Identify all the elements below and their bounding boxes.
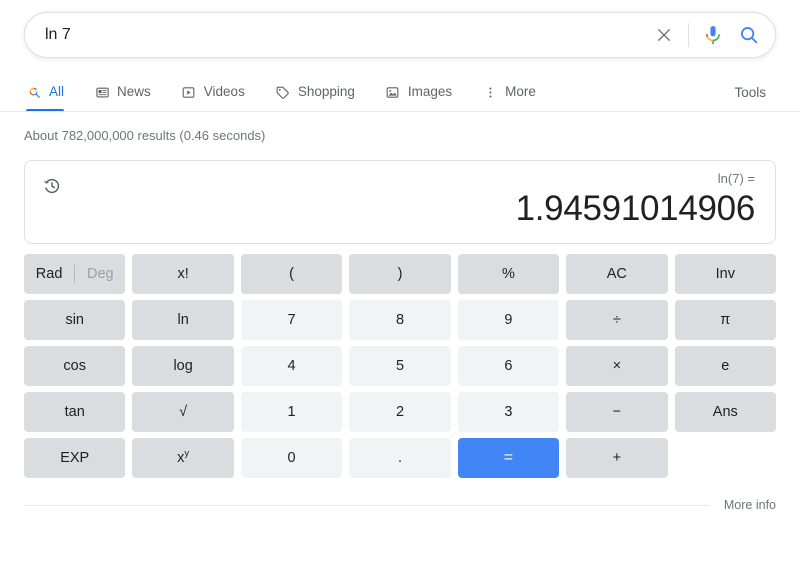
newspaper-icon [94,84,110,100]
tab-label: More [505,84,536,100]
voice-search-button[interactable] [695,17,731,53]
calculator-widget: ln(7) = 1.94591014906 Rad Deg x!()% AC Inv… [0,160,800,478]
calc-key-9[interactable]: 9 [457,300,560,340]
calc-key-[interactable]: ) [349,254,451,294]
tab-label: Shopping [297,84,355,100]
tab-videos[interactable]: Videos [181,84,261,112]
search-submit-button[interactable] [731,17,767,53]
calc-key-[interactable]: − [566,392,668,432]
display-values: ln(7) = 1.94591014906 [63,171,759,229]
calc-key-log[interactable]: log [132,346,234,386]
microphone-icon [706,26,720,44]
calculator-keypad: Rad Deg x!()% AC Inv sin ln 7 8 9 ÷ π cos log 4 5 6 × e t… [24,254,776,478]
calc-key-tan[interactable]: tan [24,392,126,432]
rad-mode-button[interactable]: Rad [24,266,74,282]
tab-label: Videos [203,84,245,100]
tab-images[interactable]: Images [385,84,468,112]
history-clock-icon[interactable] [41,175,63,197]
calc-key-ln[interactable]: ln [132,300,234,340]
calc-key-5[interactable]: 5 [349,346,451,386]
calc-key-[interactable]: % [457,254,560,294]
deg-mode-button[interactable]: Deg [75,266,125,282]
clear-search-button[interactable] [646,17,682,53]
angle-mode-toggle[interactable]: Rad Deg [24,254,126,294]
calc-key-AC[interactable]: AC [566,254,668,294]
calc-key-6[interactable]: 6 [457,346,560,386]
calc-key-sin[interactable]: sin [24,300,126,340]
calc-key-EXP[interactable]: EXP [24,438,126,478]
calc-key-8[interactable]: 8 [349,300,451,340]
tab-label: News [117,84,151,100]
more-info-link[interactable]: More info [724,498,776,512]
calc-key-3[interactable]: 3 [457,392,560,432]
close-icon [657,28,671,42]
tab-label: Images [407,84,453,100]
search-divider [688,23,689,47]
price-tag-icon [275,84,291,100]
calc-key-[interactable]: = [457,438,560,478]
search-box[interactable] [24,12,776,58]
footer-divider [24,504,710,506]
calc-key-cos[interactable]: cos [24,346,126,386]
calc-key-[interactable]: ( [240,254,343,294]
calc-key-Ans[interactable]: Ans [674,392,776,432]
google-search-icon [26,84,42,100]
calc-key-[interactable]: + [566,438,668,478]
search-tabs: All News Videos Shopping Images More Too… [0,72,800,112]
search-input[interactable] [45,13,646,57]
calc-key-0[interactable]: 0 [240,438,343,478]
calculator-expression: ln(7) = [717,171,755,186]
calc-key-[interactable]: π [674,300,776,340]
tab-label: All [49,84,65,100]
tabs-list: All News Videos Shopping Images More [24,84,734,112]
calc-key-x[interactable]: x! [132,254,234,294]
tab-all[interactable]: All [24,84,80,112]
more-vert-icon [482,84,498,100]
tab-news[interactable]: News [94,84,167,112]
calc-key-2[interactable]: 2 [349,392,451,432]
calc-key-4[interactable]: 4 [240,346,343,386]
calc-key-power[interactable]: xy [132,438,234,478]
calc-key-[interactable]: ÷ [566,300,668,340]
calc-key-[interactable]: √ [132,392,234,432]
tools-button[interactable]: Tools [734,85,776,112]
calc-key-[interactable]: . [349,438,451,478]
image-icon [385,84,401,100]
result-stats: About 782,000,000 results (0.46 seconds) [24,128,266,143]
search-icon [741,27,758,44]
calc-key-e[interactable]: e [674,346,776,386]
calc-key-7[interactable]: 7 [240,300,343,340]
mode-divider [74,265,76,283]
calc-key-1[interactable]: 1 [240,392,343,432]
calc-key-[interactable]: × [566,346,668,386]
search-bar-container [0,0,800,58]
tab-more[interactable]: More [482,84,552,112]
calculator-answer: 1.94591014906 [515,188,756,228]
calculator-display: ln(7) = 1.94591014906 [24,160,776,244]
calculator-footer: More info [0,498,800,512]
tab-shopping[interactable]: Shopping [275,84,371,112]
tabs-bottom-border [0,111,800,112]
calc-key-Inv[interactable]: Inv [674,254,776,294]
video-play-icon [181,84,197,100]
